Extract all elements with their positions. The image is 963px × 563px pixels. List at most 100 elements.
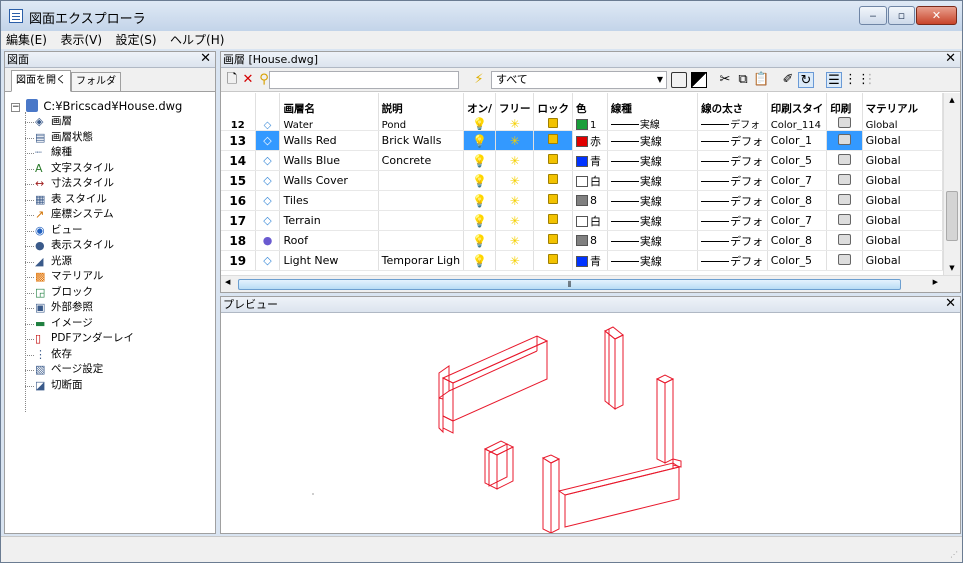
column-header[interactable] bbox=[221, 93, 256, 117]
layer-lineweight[interactable]: デフォ bbox=[697, 230, 768, 251]
table-row[interactable]: 12 ◇ Water Pond 💡 ✳ 1 実線 デフォ Color_114 Global bbox=[221, 117, 943, 131]
details-view-icon[interactable]: ☰ bbox=[826, 72, 842, 88]
layer-linetype[interactable]: 実線 bbox=[607, 230, 699, 251]
layer-freeze-toggle[interactable]: ✳ bbox=[495, 170, 535, 191]
scroll-right-icon[interactable]: ▶ bbox=[933, 278, 938, 286]
column-header[interactable]: 線種 bbox=[607, 93, 699, 117]
layer-freeze-toggle[interactable]: ✳ bbox=[495, 117, 535, 131]
menu-settings[interactable]: 設定(S) bbox=[111, 31, 162, 49]
layer-state-icon[interactable] bbox=[691, 72, 707, 88]
layer-material[interactable]: Global bbox=[862, 117, 943, 131]
table-row[interactable]: 14 ◇ Walls Blue Concrete 💡 ✳ 青 実線 デフォ Color_5 Glob… bbox=[221, 150, 943, 171]
layer-on-toggle[interactable]: 💡 bbox=[463, 150, 496, 171]
layer-material[interactable]: Global bbox=[862, 170, 943, 191]
column-header[interactable]: フリー bbox=[495, 93, 535, 117]
tab-folders[interactable]: フォルダ bbox=[71, 72, 121, 92]
layer-plot-toggle[interactable] bbox=[826, 130, 863, 151]
layer-plotstyle[interactable]: Color_8 bbox=[767, 190, 828, 211]
layer-plotstyle[interactable]: Color_1 bbox=[767, 130, 828, 151]
tree-item[interactable]: A 文字スタイル bbox=[5, 161, 215, 177]
close-icon[interactable]: ✕ bbox=[200, 52, 211, 66]
tree-item[interactable]: ▬ イメージ bbox=[5, 316, 215, 332]
layer-lock-toggle[interactable] bbox=[533, 170, 573, 191]
layer-color[interactable]: 青 bbox=[572, 250, 608, 271]
delete-icon[interactable]: ✕ bbox=[240, 72, 256, 88]
layer-lineweight[interactable]: デフォ bbox=[697, 250, 768, 271]
layer-linetype[interactable]: 実線 bbox=[607, 250, 699, 271]
layer-on-toggle[interactable]: 💡 bbox=[463, 190, 496, 211]
layer-plotstyle[interactable]: Color_8 bbox=[767, 230, 828, 251]
tree-item[interactable]: ↔ 寸法スタイル bbox=[5, 176, 215, 192]
layer-material[interactable]: Global bbox=[862, 130, 943, 151]
layer-material[interactable]: Global bbox=[862, 210, 943, 231]
layer-lock-toggle[interactable] bbox=[533, 230, 573, 251]
column-header[interactable]: 線の太さ bbox=[697, 93, 768, 117]
vertical-scrollbar[interactable]: ▲ ▼ bbox=[943, 93, 960, 275]
layer-plot-toggle[interactable] bbox=[826, 190, 863, 211]
layer-freeze-toggle[interactable]: ✳ bbox=[495, 230, 535, 251]
copy-icon[interactable]: ⧉ bbox=[735, 72, 751, 88]
layer-on-toggle[interactable]: 💡 bbox=[463, 170, 496, 191]
column-header[interactable]: オン/ bbox=[463, 93, 496, 117]
layer-linetype[interactable]: 実線 bbox=[607, 210, 699, 231]
layer-description[interactable] bbox=[378, 170, 465, 191]
layer-linetype[interactable]: 実線 bbox=[607, 117, 699, 131]
layer-lineweight[interactable]: デフォ bbox=[697, 210, 768, 231]
tree-item[interactable]: ◢ 光源 bbox=[5, 254, 215, 270]
column-header[interactable] bbox=[255, 93, 281, 117]
layer-lock-toggle[interactable] bbox=[533, 150, 573, 171]
layer-plotstyle[interactable]: Color_5 bbox=[767, 150, 828, 171]
menu-help[interactable]: ヘルプ(H) bbox=[165, 31, 229, 49]
layer-description[interactable]: Temporar Ligh bbox=[378, 250, 465, 271]
new-layer-icon[interactable]: 🗋 bbox=[224, 72, 240, 88]
table-row[interactable]: 19 ◇ Light New Temporar Ligh 💡 ✳ 青 実線 デフォ Color_5… bbox=[221, 250, 943, 271]
menu-edit[interactable]: 編集(E) bbox=[1, 31, 52, 49]
layer-plot-toggle[interactable] bbox=[826, 210, 863, 231]
layer-on-toggle[interactable]: 💡 bbox=[463, 230, 496, 251]
layer-color[interactable]: 赤 bbox=[572, 130, 608, 151]
horizontal-scroll-thumb[interactable]: ⦀ bbox=[238, 279, 901, 290]
close-icon[interactable]: ✕ bbox=[945, 297, 956, 311]
tree-item[interactable]: ● 表示スタイル bbox=[5, 238, 215, 254]
table-row[interactable]: 16 ◇ Tiles 💡 ✳ 8 実線 デフォ Color_8 Global bbox=[221, 190, 943, 211]
layer-linetype[interactable]: 実線 bbox=[607, 150, 699, 171]
list-view-icon[interactable]: ⋮⋮ bbox=[844, 72, 870, 88]
layer-color[interactable]: 白 bbox=[572, 210, 608, 231]
layer-plot-toggle[interactable] bbox=[826, 230, 863, 251]
layer-material[interactable]: Global bbox=[862, 150, 943, 171]
layer-color[interactable]: 青 bbox=[572, 150, 608, 171]
layer-search-input[interactable] bbox=[269, 71, 459, 89]
layer-freeze-toggle[interactable]: ✳ bbox=[495, 250, 535, 271]
column-header[interactable]: 画層名 bbox=[279, 93, 379, 117]
layer-lineweight[interactable]: デフォ bbox=[697, 150, 768, 171]
maximize-button[interactable]: ▫ bbox=[888, 6, 915, 25]
minimize-button[interactable]: ‒ bbox=[859, 6, 887, 25]
layer-filter-select[interactable]: すべて ▼ bbox=[491, 71, 667, 89]
column-header[interactable]: 印刷 bbox=[826, 93, 863, 117]
tree-item[interactable]: ▣ 外部参照 bbox=[5, 300, 215, 316]
filter-icon[interactable]: ⚡ bbox=[471, 72, 487, 88]
layer-lineweight[interactable]: デフォ bbox=[697, 130, 768, 151]
layer-freeze-toggle[interactable]: ✳ bbox=[495, 150, 535, 171]
tree-item[interactable]: ◉ ビュー bbox=[5, 223, 215, 239]
horizontal-scrollbar[interactable]: ◀ ⦀ ▶ bbox=[221, 275, 960, 292]
layer-description[interactable]: Pond bbox=[378, 117, 465, 131]
pen-icon[interactable]: ✐ bbox=[780, 72, 796, 88]
layer-lineweight[interactable]: デフォ bbox=[697, 190, 768, 211]
layer-plot-toggle[interactable] bbox=[826, 117, 863, 131]
close-icon[interactable]: ✕ bbox=[945, 52, 956, 66]
layer-color[interactable]: 白 bbox=[572, 170, 608, 191]
layer-on-toggle[interactable]: 💡 bbox=[463, 130, 496, 151]
layer-description[interactable] bbox=[378, 210, 465, 231]
layer-material[interactable]: Global bbox=[862, 250, 943, 271]
layer-lock-toggle[interactable] bbox=[533, 130, 573, 151]
menu-view[interactable]: 表示(V) bbox=[55, 31, 107, 49]
cut-icon[interactable]: ✂ bbox=[717, 72, 733, 88]
tree-item[interactable]: ▦ 表 スタイル bbox=[5, 192, 215, 208]
tree-item[interactable]: ◪ 切断面 bbox=[5, 378, 215, 394]
collapse-icon[interactable]: − bbox=[11, 103, 20, 112]
table-row[interactable]: 15 ◇ Walls Cover 💡 ✳ 白 実線 デフォ Color_7 Global bbox=[221, 170, 943, 191]
tree-root-drawing[interactable]: − C:¥Bricscad¥House.dwg bbox=[5, 98, 215, 114]
layer-name[interactable]: Walls Red bbox=[279, 130, 379, 151]
tab-open-drawings[interactable]: 図面を開く bbox=[11, 70, 71, 92]
